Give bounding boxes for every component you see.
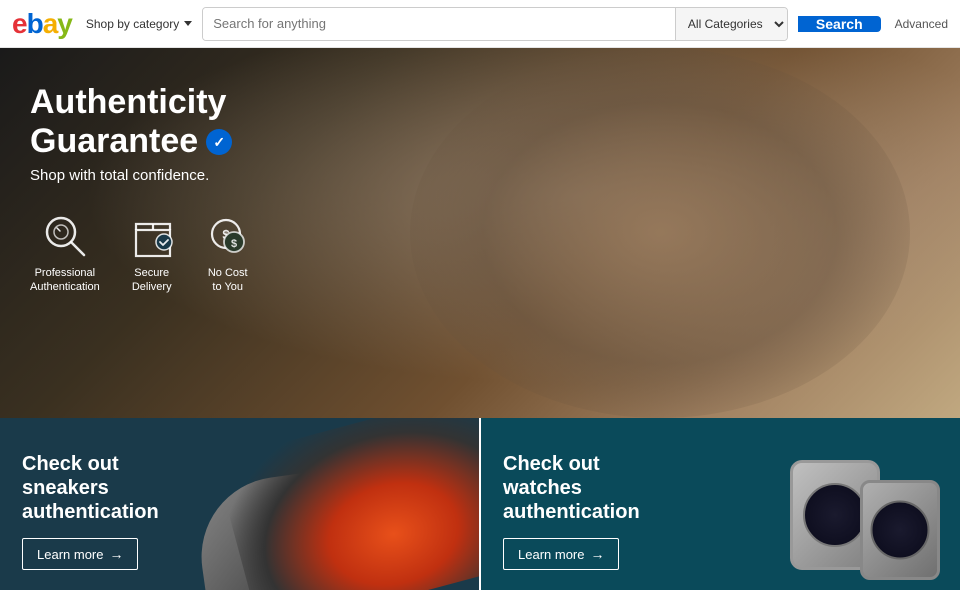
chevron-down-icon xyxy=(184,21,192,26)
hero-features: ProfessionalAuthentication SecureDeliver… xyxy=(30,212,960,295)
arrow-right-icon: → xyxy=(109,546,123,562)
hero-content: Authenticity Guarantee ✓ Shop with total… xyxy=(0,48,960,295)
watches-image xyxy=(750,430,950,590)
coin-icon: $ $ xyxy=(204,212,252,260)
sneaker-image xyxy=(215,418,479,590)
feature-auth-label: ProfessionalAuthentication xyxy=(30,266,100,295)
search-bar: All Categories xyxy=(202,7,788,41)
category-select[interactable]: All Categories xyxy=(675,8,787,40)
box-icon xyxy=(128,212,176,260)
watch2-image xyxy=(860,480,940,580)
feature-cost-label: No Costto You xyxy=(208,266,248,295)
sneakers-learn-more-button[interactable]: Learn more → xyxy=(22,538,138,570)
watches-card: Check outwatchesauthentication Learn mor… xyxy=(479,418,960,590)
feature-no-cost: $ $ No Costto You xyxy=(204,212,252,295)
svg-text:$: $ xyxy=(231,238,237,250)
hero-subtitle: Shop with total confidence. xyxy=(30,167,960,184)
bottom-cards: Check outsneakersauthentication Learn mo… xyxy=(0,418,960,590)
feature-secure-delivery: SecureDelivery xyxy=(128,212,176,295)
hero-banner: Authenticity Guarantee ✓ Shop with total… xyxy=(0,48,960,418)
advanced-link[interactable]: Advanced xyxy=(895,17,948,31)
shop-by-category-button[interactable]: Shop by category xyxy=(86,17,192,31)
hero-title: Authenticity Guarantee ✓ xyxy=(30,83,960,161)
watches-learn-more-button[interactable]: Learn more → xyxy=(503,538,619,570)
sneakers-card-content: Check outsneakersauthentication Learn mo… xyxy=(0,432,181,590)
search-input[interactable] xyxy=(203,8,675,40)
feature-delivery-label: SecureDelivery xyxy=(132,266,172,295)
watches-card-content: Check outwatchesauthentication Learn mor… xyxy=(481,432,662,590)
arrow-right-icon: → xyxy=(590,546,604,562)
sneakers-card-title: Check outsneakersauthentication xyxy=(22,452,159,524)
ebay-logo[interactable]: e b a y xyxy=(12,8,72,40)
sneakers-card: Check outsneakersauthentication Learn mo… xyxy=(0,418,479,590)
magnifier-icon xyxy=(41,212,89,260)
header: e b a y Shop by category All Categories … xyxy=(0,0,960,48)
watches-card-title: Check outwatchesauthentication xyxy=(503,452,640,524)
feature-professional-authentication: ProfessionalAuthentication xyxy=(30,212,100,295)
verified-badge-icon: ✓ xyxy=(206,129,232,155)
shop-by-category-label: Shop by category xyxy=(86,17,179,31)
search-button[interactable]: Search xyxy=(798,16,881,32)
